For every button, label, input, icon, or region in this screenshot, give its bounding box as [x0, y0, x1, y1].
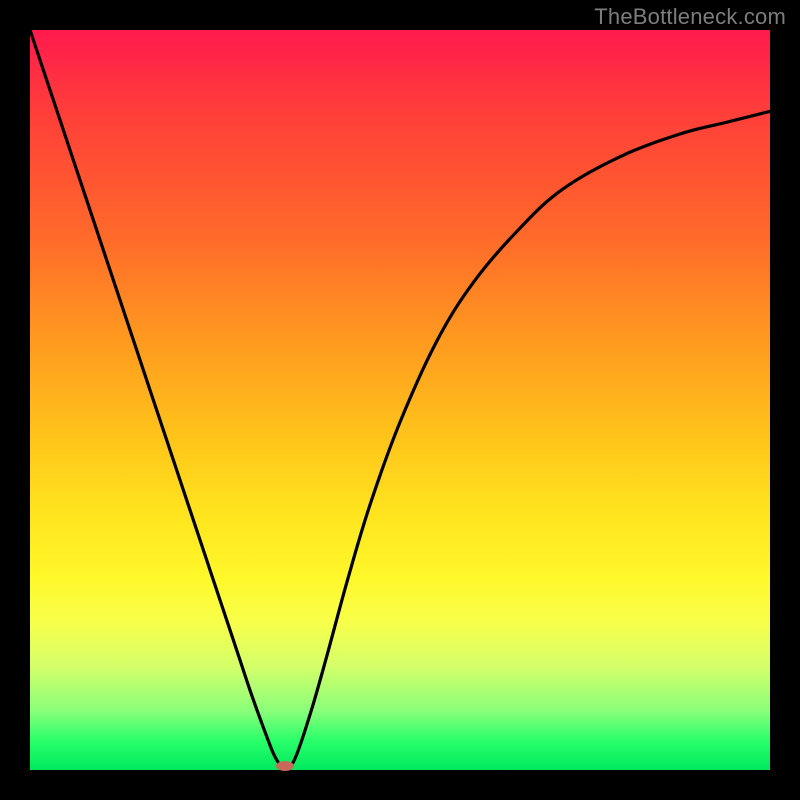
minimum-marker [276, 761, 294, 771]
plot-area [30, 30, 770, 770]
chart-frame: TheBottleneck.com [0, 0, 800, 800]
watermark-text: TheBottleneck.com [594, 4, 786, 30]
bottleneck-curve [30, 30, 770, 768]
curve-svg [30, 30, 770, 770]
